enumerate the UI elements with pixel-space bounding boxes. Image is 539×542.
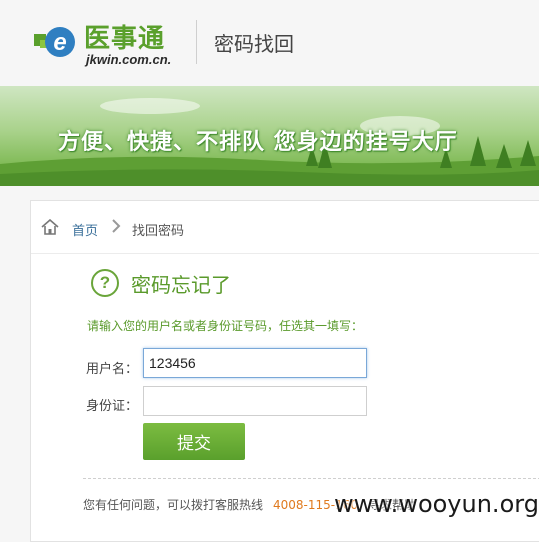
submit-button[interactable]: 提交 — [143, 423, 245, 460]
divider — [83, 478, 539, 479]
home-icon — [41, 219, 59, 235]
username-input[interactable] — [143, 348, 367, 378]
svg-text:e: e — [53, 29, 66, 56]
form-title: 密码忘记了 — [131, 273, 231, 297]
username-label: 用户名： — [86, 362, 139, 377]
breadcrumb: 首页 找回密码 — [31, 201, 539, 254]
help-message: 您有任何问题，可以拨打客服热线 — [83, 498, 264, 512]
idcard-label: 身份证： — [86, 399, 139, 414]
banner-slogan: 方便、快捷、不排队 您身边的挂号大厅 — [58, 130, 458, 155]
chevron-right-icon — [112, 219, 121, 233]
question-icon: ? — [91, 269, 119, 297]
banner: 方便、快捷、不排队 您身边的挂号大厅 — [0, 86, 539, 186]
logo-url: jkwin.com.cn. — [86, 52, 172, 67]
logo-text: 医事通 — [84, 24, 166, 54]
breadcrumb-home-link[interactable]: 首页 — [72, 220, 98, 239]
watermark: www.wooyun.org — [334, 490, 539, 518]
logo[interactable]: e 医事通 jkwin.com.cn. — [34, 14, 184, 70]
header-divider — [196, 20, 197, 64]
idcard-input[interactable] — [143, 386, 367, 416]
breadcrumb-current: 找回密码 — [132, 224, 185, 239]
logo-e-icon: e — [34, 27, 75, 57]
page-title: 密码找回 — [214, 32, 294, 56]
header: e 医事通 jkwin.com.cn. 密码找回 — [0, 0, 539, 86]
form-instruction: 请输入您的用户名或者身份证号码，任选其一填写： — [87, 319, 364, 333]
